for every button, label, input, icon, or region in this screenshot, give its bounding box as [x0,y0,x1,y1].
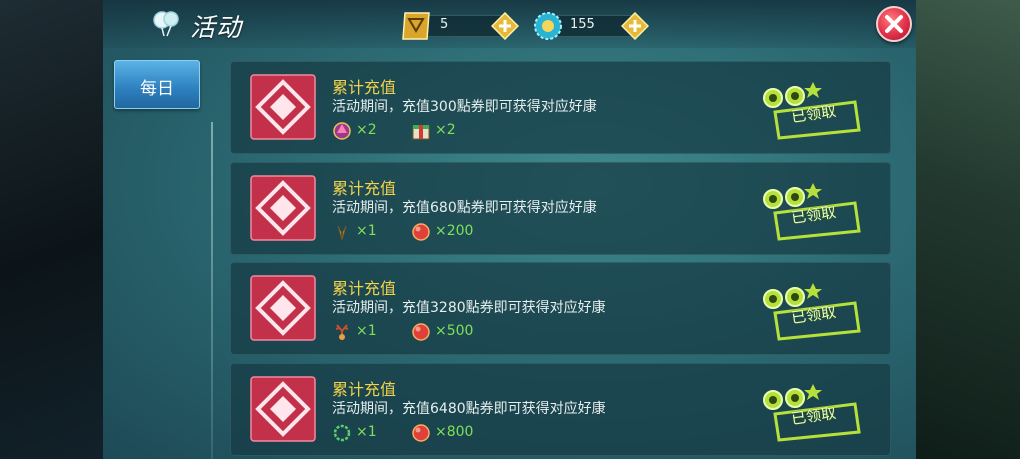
add-coin-button[interactable] [621,12,649,40]
activity-title: 累计充值 [332,179,397,198]
tab-daily-label: 每日 [140,79,174,99]
reward-quantity: ×800 [435,424,474,440]
activity-card: 累计充值 活动期间，充值6480點券即可获得对应好康 ×1 ×800 已领取 [230,363,891,456]
sidebar-divider [211,122,213,459]
reward-quantity: ×2 [435,122,456,138]
antler-ornament-icon [335,324,349,340]
ticket-value: 5 [440,17,449,32]
reward-quantity: ×1 [356,424,377,440]
page-title: 活动 [190,13,243,42]
pink-crystal-icon [333,122,351,140]
golden-wings-icon [337,225,347,241]
activity-description: 活动期间，充值680點券即可获得对应好康 [332,200,597,216]
ruby-gem-icon [250,74,316,140]
close-button[interactable] [876,6,912,42]
claimed-stamp: 已领取 [759,76,863,140]
add-ticket-button[interactable] [491,12,519,40]
activity-description: 活动期间，充值6480點券即可获得对应好康 [332,401,606,417]
activity-card: 累计充值 活动期间，充值300點券即可获得对应好康 ×2 ×2 已领取 [230,61,891,154]
tab-daily[interactable]: 每日 [114,60,200,109]
activity-card: 累计充值 活动期间，充值680點券即可获得对应好康 ×1 ×200 已领取 [230,162,891,255]
green-wreath-icon [333,424,351,442]
ticket-currency: 5 [399,12,555,40]
reward-quantity: ×2 [356,122,377,138]
activity-title: 累计充值 [332,279,397,298]
claimed-stamp: 已领取 [759,277,863,341]
coin-value: 155 [570,17,595,32]
blue-gear-coin-icon [534,12,562,40]
activity-description: 活动期间，充值3280點券即可获得对应好康 [332,300,606,316]
claimed-stamp: 已领取 [759,378,863,442]
left-letterbox [0,0,103,459]
gold-ticket-icon [402,12,430,40]
ruby-gem-icon [250,376,316,442]
activity-title: 累计充值 [332,78,397,97]
reward-quantity: ×1 [356,323,377,339]
red-orb-icon [412,323,430,341]
close-icon [885,15,903,33]
coin-currency: 155 [533,12,663,40]
red-orb-icon [412,424,430,442]
activity-card: 累计充值 活动期间，充值3280點券即可获得对应好康 ×1 ×500 已领取 [230,262,891,355]
activity-panel: 活动 5 155 每日 累计充值 活动期间，充值300點券即可获得对应好康 ×2… [103,0,916,459]
balloon-heart-icon [153,11,179,37]
right-letterbox [916,0,1020,459]
title-bar: 活动 5 155 [103,0,916,48]
reward-quantity: ×1 [356,223,377,239]
gift-box-icon [412,125,430,140]
activity-description: 活动期间，充值300點券即可获得对应好康 [332,99,597,115]
ruby-gem-icon [250,275,316,341]
red-orb-icon [412,223,430,241]
activity-title: 累计充值 [332,380,397,399]
ruby-gem-icon [250,175,316,241]
claimed-stamp: 已领取 [759,177,863,241]
reward-quantity: ×500 [435,323,474,339]
reward-quantity: ×200 [435,223,474,239]
